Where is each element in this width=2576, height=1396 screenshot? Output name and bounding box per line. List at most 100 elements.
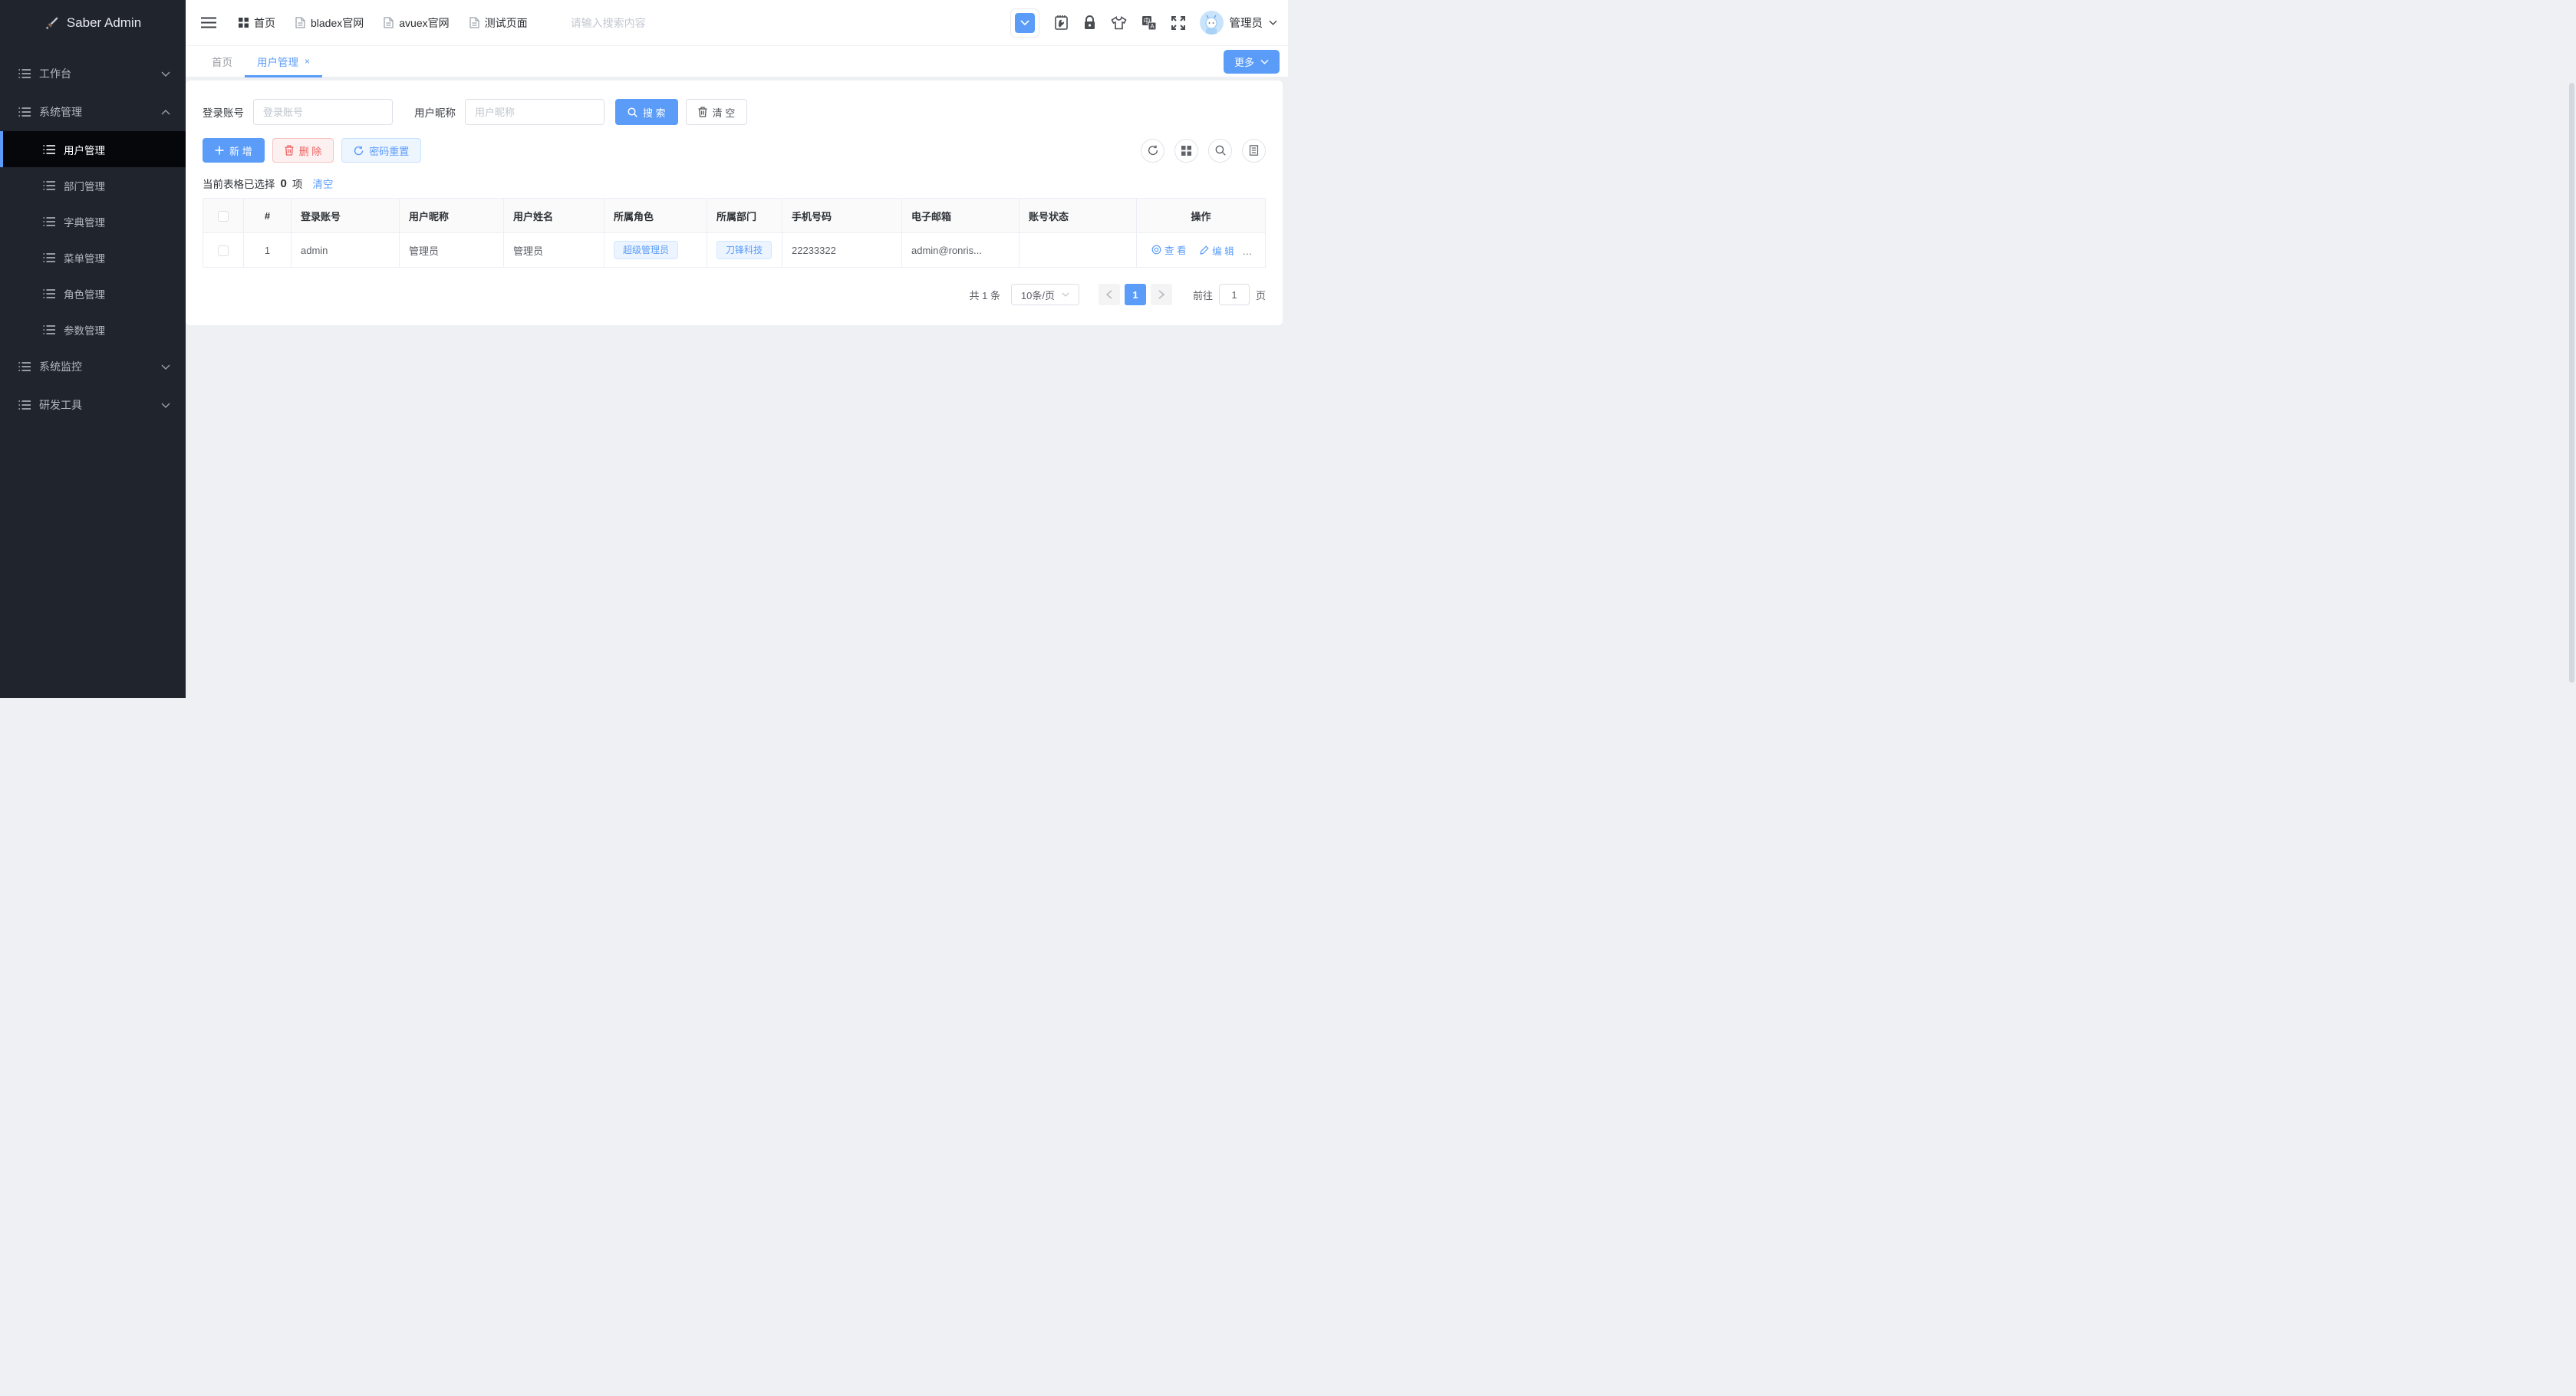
list-icon — [18, 68, 31, 79]
prev-page-button[interactable] — [1098, 284, 1120, 305]
lock-icon[interactable] — [1083, 15, 1096, 31]
chevron-left-icon — [1105, 290, 1112, 299]
password-reset-button-label: 密码重置 — [369, 145, 410, 157]
dagger-icon — [44, 15, 60, 31]
pencil-icon — [1200, 245, 1209, 255]
nav-item-home[interactable]: 首页 — [239, 15, 275, 31]
sidebar-item-menus[interactable]: 菜单管理 — [0, 239, 186, 275]
sidebar-item-params[interactable]: 参数管理 — [0, 311, 186, 347]
search-button[interactable]: 搜 索 — [615, 99, 678, 125]
collapse-top-icon[interactable] — [1010, 8, 1039, 38]
view-link[interactable]: 查 看 — [1151, 242, 1186, 257]
sidebar-item-workbench[interactable]: 工作台 — [0, 54, 186, 93]
sidebar-item-label: 菜单管理 — [64, 252, 105, 265]
column-status: 账号状态 — [1019, 198, 1137, 233]
chevron-down-icon — [161, 403, 170, 408]
column-nickname: 用户昵称 — [399, 198, 504, 233]
close-icon[interactable]: × — [305, 56, 310, 67]
nav-item-testpage[interactable]: 测试页面 — [469, 15, 528, 31]
document-icon — [384, 17, 394, 28]
fullscreen-icon[interactable] — [1171, 15, 1185, 30]
app-title: Saber Admin — [66, 15, 142, 30]
password-reset-button[interactable]: 密码重置 — [341, 138, 422, 163]
sidebar: Saber Admin 工作台 系统管理 用户管理 部门管理 字典管理 菜单管理… — [0, 0, 186, 698]
document-icon — [469, 17, 479, 28]
crud-toolbar: 新 增 删 除 密码重置 — [203, 138, 1266, 163]
add-button[interactable]: 新 增 — [203, 138, 265, 163]
svg-text:A: A — [1150, 23, 1155, 30]
tab-bar: 首页 用户管理 × 更多 — [186, 45, 1288, 77]
tab-home[interactable]: 首页 — [199, 46, 245, 77]
column-name: 用户姓名 — [503, 198, 604, 233]
column-email: 电子邮箱 — [901, 198, 1020, 233]
translate-icon[interactable]: 中A — [1141, 15, 1157, 31]
nickname-label: 用户昵称 — [414, 107, 456, 119]
list-icon — [43, 180, 56, 191]
chevron-down-icon — [161, 71, 170, 77]
goto-page-input[interactable] — [1218, 284, 1250, 305]
goto-suffix: 页 — [1255, 289, 1266, 301]
cell-nickname: 管理员 — [399, 232, 504, 268]
row-checkbox[interactable] — [218, 245, 229, 256]
clear-button[interactable]: 清 空 — [685, 99, 748, 125]
pagination: 共 1 条 10条/页 1 前往 页 — [203, 284, 1266, 305]
sidebar-item-dictionary[interactable]: 字典管理 — [0, 203, 186, 239]
cell-status — [1019, 232, 1137, 268]
sidebar-item-monitor[interactable]: 系统监控 — [0, 347, 186, 386]
top-nav: 首页 bladex官网 avuex官网 测试页面 — [239, 15, 528, 31]
trash-icon — [1247, 245, 1256, 255]
refresh-icon[interactable] — [1141, 138, 1164, 163]
page-size-select[interactable]: 10条/页 — [1010, 284, 1079, 305]
table-header-row: # 登录账号 用户昵称 用户姓名 所属角色 所属部门 手机号码 电子邮箱 账号状… — [203, 198, 1266, 233]
clear-button-label: 清 空 — [712, 107, 736, 119]
sidebar-item-label: 字典管理 — [64, 216, 105, 229]
theme-icon[interactable] — [1110, 15, 1127, 30]
nav-item-label: avuex官网 — [399, 16, 450, 29]
sidebar-item-roles[interactable]: 角色管理 — [0, 275, 186, 311]
tab-label: 用户管理 — [257, 57, 298, 68]
list-icon — [43, 144, 56, 155]
selection-count: 0 — [280, 176, 287, 190]
search-icon[interactable] — [1208, 138, 1232, 163]
debug-icon[interactable] — [1054, 15, 1069, 31]
users-table: # 登录账号 用户昵称 用户姓名 所属角色 所属部门 手机号码 电子邮箱 账号状… — [203, 198, 1266, 268]
nav-item-bladex[interactable]: bladex官网 — [295, 15, 364, 31]
main-area: 首页 bladex官网 avuex官网 测试页面 请输入搜索内容 中 A 管理员… — [186, 0, 1288, 325]
tab-users[interactable]: 用户管理 × — [245, 46, 323, 77]
next-page-button[interactable] — [1150, 284, 1172, 305]
grid-icon — [239, 18, 249, 28]
sidebar-item-label: 部门管理 — [64, 180, 105, 193]
account-label: 登录账号 — [203, 107, 244, 119]
grid-icon[interactable] — [1174, 138, 1198, 163]
log-icon[interactable] — [1242, 138, 1266, 163]
hamburger-menu-icon[interactable] — [196, 10, 222, 36]
more-button[interactable]: 更多 — [1223, 49, 1280, 74]
app-logo[interactable]: Saber Admin — [0, 0, 186, 45]
delete-link[interactable]: 删 除 — [1247, 242, 1265, 257]
selection-clear-link[interactable]: 清空 — [312, 176, 333, 191]
vertical-scrollbar[interactable] — [2569, 83, 2574, 683]
sidebar-item-system[interactable]: 系统管理 — [0, 93, 186, 131]
column-account: 登录账号 — [291, 198, 400, 233]
nickname-input[interactable] — [465, 99, 604, 125]
sidebar-item-devtools[interactable]: 研发工具 — [0, 386, 186, 424]
sidebar-item-departments[interactable]: 部门管理 — [0, 167, 186, 203]
user-menu[interactable]: 管理员 — [1199, 11, 1278, 35]
delete-button[interactable]: 删 除 — [272, 138, 334, 163]
top-header: 首页 bladex官网 avuex官网 测试页面 请输入搜索内容 中 A 管理员 — [186, 0, 1288, 45]
sidebar-item-users[interactable]: 用户管理 — [0, 131, 186, 167]
select-all-checkbox[interactable] — [218, 210, 229, 222]
edit-link[interactable]: 编 辑 — [1200, 243, 1234, 258]
nav-item-avuex[interactable]: avuex官网 — [384, 15, 450, 31]
tab-label: 首页 — [212, 57, 232, 68]
cell-index: 1 — [243, 232, 292, 268]
list-icon — [43, 252, 56, 263]
selection-prefix: 当前表格已选择 — [203, 179, 275, 190]
pagination-goto: 前往 页 — [1193, 284, 1266, 305]
sidebar-item-label: 研发工具 — [39, 399, 82, 411]
global-search-input[interactable]: 请输入搜索内容 — [571, 15, 646, 31]
header-right: 中A 管理员 — [1010, 8, 1278, 38]
page-number-1[interactable]: 1 — [1124, 284, 1146, 305]
chevron-down-icon — [1269, 20, 1277, 25]
account-input[interactable] — [253, 99, 393, 125]
